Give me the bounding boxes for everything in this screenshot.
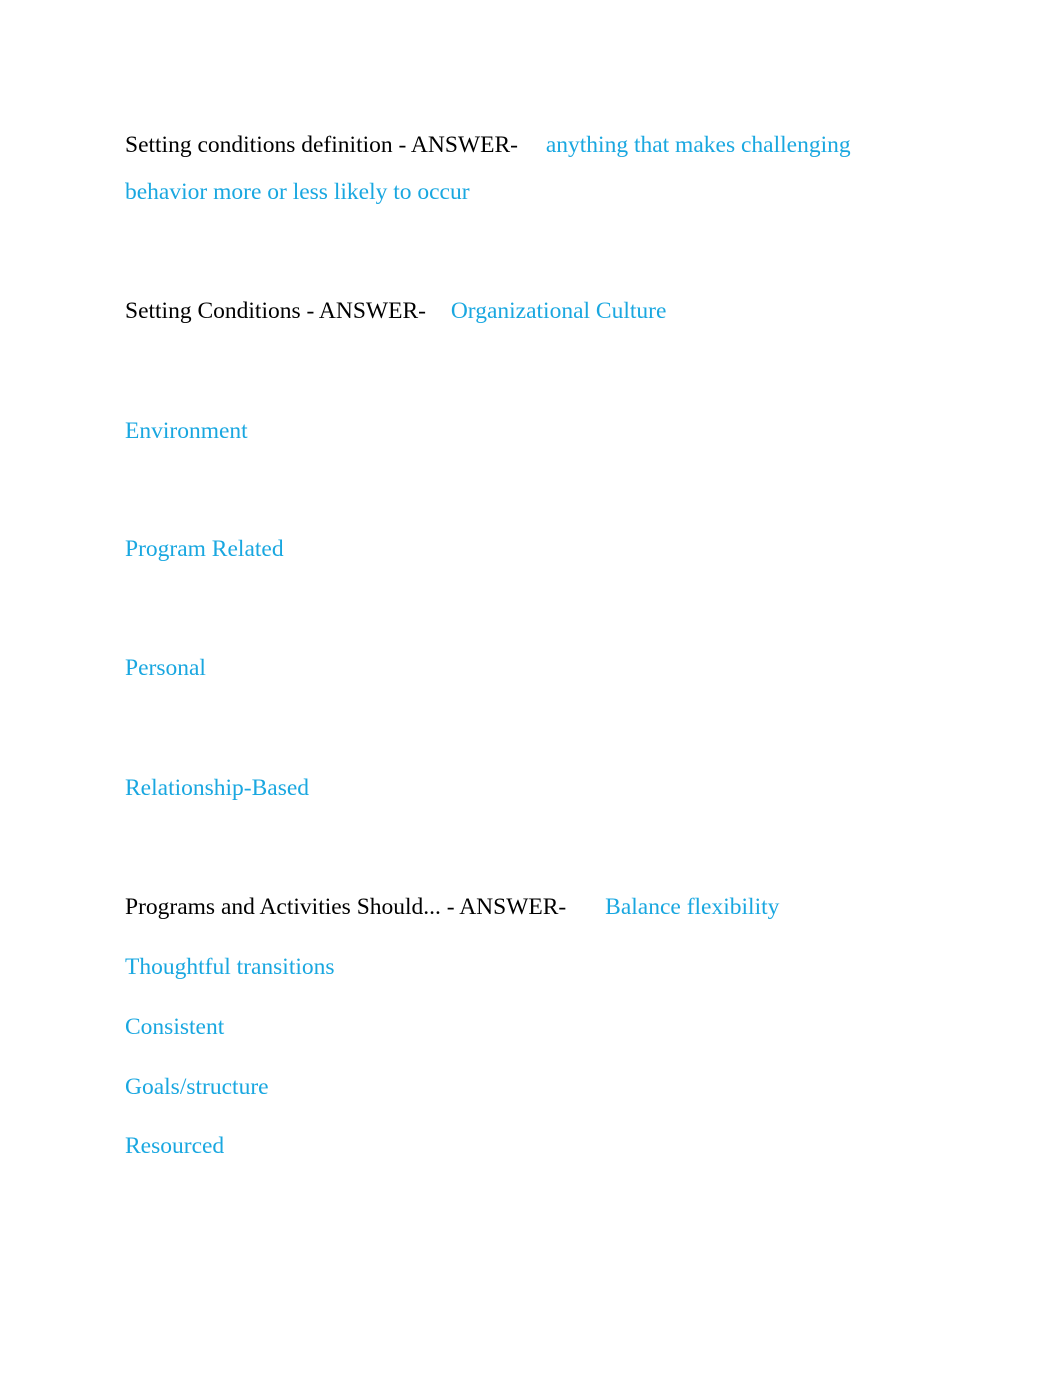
- card-2-answer: Organizational Culture: [450, 298, 667, 324]
- card-1-question: Setting conditions definition - ANSWER-: [125, 132, 518, 158]
- card-3-answer-item: Thoughtful transitions: [125, 954, 335, 980]
- card-2-question: Setting Conditions - ANSWER-: [125, 298, 426, 324]
- card-2-answer-item: Relationship-Based: [125, 775, 310, 801]
- card-3-answer-item: Consistent: [125, 1014, 225, 1040]
- card-1-line-1: Setting conditions definition - ANSWER- …: [125, 130, 851, 160]
- card-3-answer-item: Resourced: [125, 1133, 225, 1159]
- card-3-answer: Balance flexibility: [605, 894, 780, 920]
- card-2-answer-item: Environment: [125, 418, 248, 444]
- card-2-line-1: Setting Conditions - ANSWER- Organizatio…: [125, 296, 666, 326]
- card-2-answer-item: Program Related: [125, 536, 284, 562]
- card-3-line-1: Programs and Activities Should... - ANSW…: [125, 892, 779, 922]
- card-2-answer-item: Personal: [125, 655, 206, 681]
- card-1-answer-cont: behavior more or less likely to occur: [125, 179, 470, 205]
- card-1-answer: anything that makes challenging: [545, 132, 851, 158]
- card-3-question: Programs and Activities Should... - ANSW…: [125, 894, 567, 920]
- card-3-answer-item: Goals/structure: [125, 1074, 269, 1100]
